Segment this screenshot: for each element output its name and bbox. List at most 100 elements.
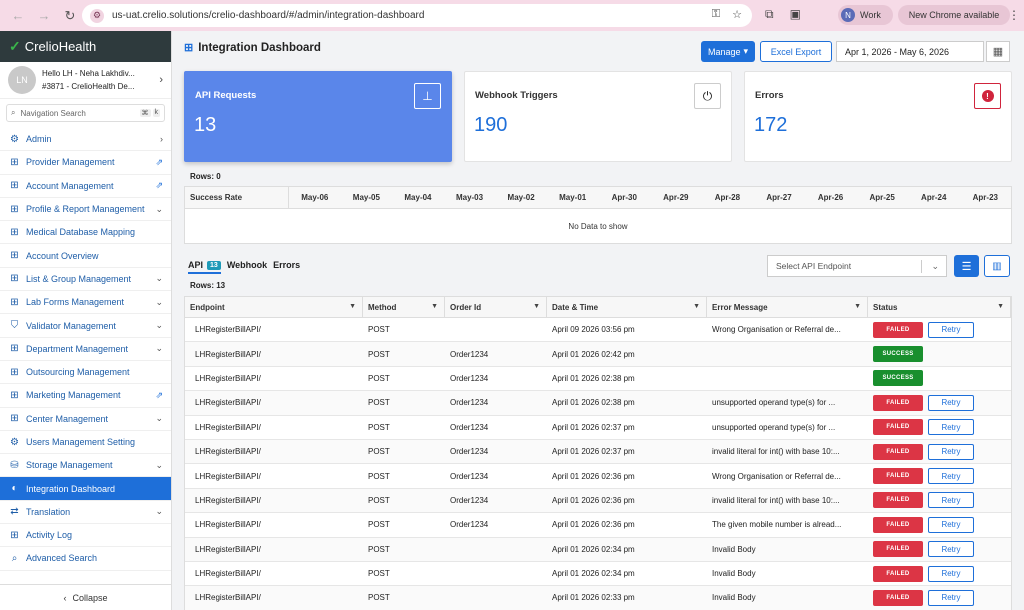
column-header-endpoint[interactable]: Endpoint ▼ <box>185 297 363 317</box>
sidebar-item-marketing-management[interactable]: ⊞ Marketing Management ⇗ <box>0 384 171 408</box>
profile-chip[interactable]: N Work <box>838 5 893 25</box>
sidebar-item-list-group-management[interactable]: ⊞ List & Group Management ⌄ <box>0 268 171 292</box>
retry-button[interactable]: Retry <box>928 394 974 411</box>
site-info-icon[interactable]: ⚙ <box>90 8 104 23</box>
browser-nav: ← → ↻ <box>0 8 80 24</box>
forward-icon[interactable]: → <box>36 8 52 23</box>
search-icon: ⌕ <box>11 108 16 117</box>
sidebar-item-profile-report-management[interactable]: ⊞ Profile & Report Management ⌄ <box>0 198 171 222</box>
card-label: Webhook Triggers <box>475 90 558 101</box>
extensions-icon[interactable]: ⧉ <box>765 7 774 22</box>
chevron-down-icon: ⌄ <box>155 343 163 354</box>
column-header-date-time[interactable]: Date & Time ▼ <box>547 297 707 317</box>
sidebar-item-label: Lab Forms Management <box>26 297 125 308</box>
table-row: LHRegisterBillAPI/POST April 01 2026 02:3… <box>185 537 1011 562</box>
external-link-icon: ⇗ <box>155 180 163 191</box>
manage-label: Manage <box>707 46 741 57</box>
sidebar-item-label: Medical Database Mapping <box>26 227 136 238</box>
sidebar-item-lab-forms-management[interactable]: ⊞ Lab Forms Management ⌄ <box>0 291 171 315</box>
sidebar-item-department-management[interactable]: ⊞ Department Management ⌄ <box>0 338 171 361</box>
reload-icon[interactable]: ↻ <box>62 8 78 24</box>
column-header-status[interactable]: Status ▼ <box>868 297 1011 317</box>
calendar-icon[interactable]: ▦ <box>986 41 1010 62</box>
date-range-input[interactable]: Apr 1, 2026 - May 6, 2026 <box>836 41 984 62</box>
card-label: Errors <box>755 90 784 101</box>
tab-api[interactable]: API 13 <box>188 260 221 274</box>
column-header-order-id[interactable]: Order Id ▼ <box>445 297 547 317</box>
cell-date: April 01 2026 02:34 pm <box>552 544 635 554</box>
api-endpoint-select[interactable]: Select API Endpoint ⌄ <box>767 255 947 277</box>
chart-view-button[interactable]: ▥ <box>984 255 1010 277</box>
sidebar-item-outsourcing-management[interactable]: ⊞ Outsourcing Management <box>0 361 171 385</box>
filter-icon[interactable]: ▼ <box>349 303 356 310</box>
sidebar-item-label: Storage Management <box>26 460 113 471</box>
sidebar-item-medical-database-mapping[interactable]: ⊞ Medical Database Mapping <box>0 221 171 245</box>
list-view-button[interactable]: ☰ <box>954 255 979 277</box>
retry-button[interactable]: Retry <box>928 419 974 436</box>
sidebar-item-account-management[interactable]: ⊞ Account Management ⇗ <box>0 175 171 198</box>
retry-button[interactable]: Retry <box>928 321 974 338</box>
retry-button[interactable]: Retry <box>928 516 974 533</box>
retry-button[interactable]: Retry <box>928 443 974 460</box>
sidebar-item-center-management[interactable]: ⊞ Center Management ⌄ <box>0 408 171 431</box>
sidebar-item-activity-log[interactable]: ⊞ Activity Log <box>0 524 171 548</box>
chevron-down-icon: ⌄ <box>155 506 163 517</box>
card-value: 13 <box>194 114 217 136</box>
cell-method: POST <box>368 349 390 359</box>
collapse-button[interactable]: ‹ Collapse <box>0 584 171 610</box>
filter-icon[interactable]: ▼ <box>997 303 1004 310</box>
sidebar-item-label: Translation <box>26 506 71 517</box>
column-header-error-message[interactable]: Error Message ▼ <box>707 297 868 317</box>
sidebar-item-translation[interactable]: ⇄ Translation ⌄ <box>0 501 171 525</box>
filter-icon[interactable]: ▼ <box>693 303 700 310</box>
sidebar-item-account-overview[interactable]: ⊞ Account Overview <box>0 244 171 268</box>
sidebar-item-advanced-search[interactable]: ⌕ Advanced Search <box>0 547 171 571</box>
retry-button[interactable]: Retry <box>928 468 974 485</box>
filter-icon[interactable]: ▼ <box>854 303 861 310</box>
cell-method: POST <box>368 569 390 579</box>
errors-card[interactable]: Errors 172 ! <box>744 71 1012 162</box>
bookmark-star-icon[interactable]: ☆ <box>732 8 742 21</box>
empty-state: No Data to show <box>568 222 628 231</box>
table-header: Endpoint ▼ Method ▼ Order Id ▼ Date & Time ▼ Err… <box>185 297 1011 318</box>
sidebar-item-admin[interactable]: ⚙ Admin › <box>0 128 171 152</box>
tab-webhook[interactable]: Webhook <box>227 260 267 274</box>
retry-button[interactable]: Retry <box>928 492 974 509</box>
cell-status: FAILED Retry <box>868 419 1011 436</box>
column-label: Date & Time <box>552 302 599 312</box>
cell-endpoint: LHRegisterBillAPI/ <box>195 373 261 383</box>
webhook-triggers-card[interactable]: Webhook Triggers 190 ⏻ <box>464 71 732 162</box>
filter-icon[interactable]: ▼ <box>533 303 540 310</box>
cell-error: invalid literal for int() with base 10:.… <box>712 447 840 457</box>
chrome-update-button[interactable]: New Chrome available <box>898 5 1010 25</box>
api-requests-card[interactable]: API Requests 13 ⊥ <box>184 71 452 162</box>
back-icon[interactable]: ← <box>10 8 26 23</box>
excel-export-button[interactable]: Excel Export <box>760 41 832 62</box>
tab-search-icon[interactable]: ▣ <box>790 7 801 22</box>
filter-icon[interactable]: ▼ <box>431 303 438 310</box>
browser-menu-icon[interactable]: ⋮ <box>1008 8 1020 22</box>
retry-button[interactable]: Retry <box>928 589 974 606</box>
status-badge: FAILED <box>873 468 923 485</box>
sidebar-item-label: Outsourcing Management <box>26 367 130 378</box>
sidebar-item-storage-management[interactable]: ⛁ Storage Management ⌄ <box>0 454 171 478</box>
sidebar-item-users-management-setting[interactable]: ⚙ Users Management Setting <box>0 431 171 455</box>
key-icon[interactable]: ⚿ <box>712 8 720 21</box>
manage-dropdown-button[interactable]: Manage ▾ <box>701 41 755 62</box>
sidebar-item-provider-management[interactable]: ⊞ Provider Management ⇗ <box>0 151 171 175</box>
grid-icon: ⊞ <box>10 389 19 401</box>
sidebar-item-validator-management[interactable]: ⛉ Validator Management ⌄ <box>0 314 171 338</box>
page-scrollbar[interactable] <box>1012 31 1024 610</box>
navigation-search-input[interactable]: ⌕ Navigation Search ⌘ k <box>6 104 165 122</box>
cell-order: Order1234 <box>450 495 489 505</box>
retry-button[interactable]: Retry <box>928 541 974 558</box>
table-row: LHRegisterBillAPI/POST Order1234 April 01 … <box>185 439 1011 465</box>
sidebar-item-integration-dashboard[interactable]: ◐ Integration Dashboard <box>0 477 171 501</box>
user-profile[interactable]: LN Hello LH - Neha Lakhdiv... #3871 - Cr… <box>0 62 171 99</box>
address-bar[interactable]: ⚙ us-uat.crelio.solutions/crelio-dashboa… <box>82 4 752 27</box>
cell-order: Order1234 <box>450 471 489 481</box>
column-header-method[interactable]: Method ▼ <box>363 297 445 317</box>
retry-button[interactable]: Retry <box>928 565 974 582</box>
sidebar: ✓ CrelioHealth LN Hello LH - Neha Lakhdi… <box>0 31 172 610</box>
tab-errors[interactable]: Errors <box>273 260 300 274</box>
